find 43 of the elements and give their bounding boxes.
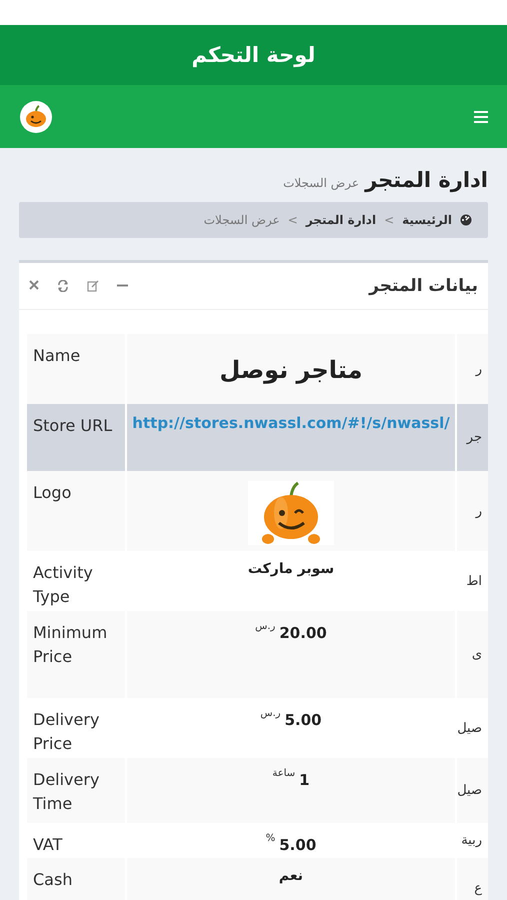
field-label: ر xyxy=(476,504,482,518)
field-label: ى xyxy=(472,647,482,662)
pumpkin-logo[interactable] xyxy=(20,100,52,132)
field-label: ع xyxy=(474,880,482,896)
unit-label: ر.س xyxy=(260,708,281,719)
unit-label: ساعة xyxy=(272,768,296,779)
dashboard-icon xyxy=(460,214,472,226)
unit-label: % xyxy=(266,833,276,844)
field-label: Activity Type xyxy=(33,563,93,606)
field-value: سوبر ماركت xyxy=(248,561,334,577)
store-name: متاجر نوصل xyxy=(220,356,362,384)
field-label: Name xyxy=(33,346,80,365)
field-label: جر xyxy=(466,430,482,445)
page-title: ادارة المتجر xyxy=(365,168,488,192)
field-label: اط xyxy=(466,574,482,588)
edit-icon[interactable] xyxy=(87,280,99,292)
close-icon[interactable] xyxy=(29,280,39,290)
refresh-icon[interactable] xyxy=(57,280,69,292)
field-label: ر xyxy=(476,362,482,376)
field-label: صيل xyxy=(457,720,482,736)
field-value: 20.00 xyxy=(279,624,327,642)
field-label: VAT xyxy=(33,835,62,854)
field-label: Store URL xyxy=(33,416,112,435)
unit-label: ر.س xyxy=(255,621,276,632)
field-label: ربية xyxy=(461,833,482,848)
breadcrumb-link[interactable]: ادارة المتجر xyxy=(306,213,376,227)
field-value: نعم xyxy=(278,868,304,884)
field-value: 5.00 xyxy=(284,711,322,729)
field-label: Delivery Price xyxy=(33,710,100,753)
breadcrumb-separator: > xyxy=(384,213,394,227)
app-title: لوحة التحكم xyxy=(192,43,316,67)
field-label: صيل xyxy=(457,783,482,798)
page-subtitle: عرض السجلات xyxy=(283,176,360,190)
field-value: 1 xyxy=(299,771,310,789)
breadcrumb-separator: > xyxy=(288,213,298,227)
field-value: 5.00 xyxy=(279,836,316,854)
field-label: Minimum Price xyxy=(33,623,108,666)
card-title: بيانات المتجر xyxy=(369,276,478,296)
field-label: Cash xyxy=(33,870,72,889)
breadcrumb-link[interactable]: الرئيسية xyxy=(402,213,452,227)
field-label: Delivery Time xyxy=(33,770,100,813)
menu-icon[interactable] xyxy=(474,110,488,122)
field-label: Logo xyxy=(33,483,72,502)
